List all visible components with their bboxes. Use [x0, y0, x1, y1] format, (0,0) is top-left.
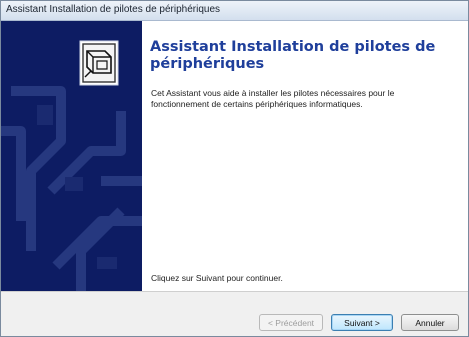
wizard-banner — [1, 21, 142, 291]
banner-graphic — [1, 40, 142, 291]
previous-button[interactable]: < Précédent — [259, 314, 323, 331]
continue-instruction: Cliquez sur Suivant pour continuer. — [151, 273, 283, 283]
driver-install-wizard-window: Assistant Installation de pilotes de pér… — [0, 0, 469, 337]
window-title: Assistant Installation de pilotes de pér… — [6, 4, 221, 15]
title-bar[interactable]: Assistant Installation de pilotes de pér… — [1, 1, 468, 21]
wizard-content: Assistant Installation de pilotes de pér… — [142, 21, 468, 291]
cancel-button[interactable]: Annuler — [401, 314, 459, 331]
page-title: Assistant Installation de pilotes de pér… — [150, 39, 436, 72]
device-driver-icon — [79, 40, 119, 86]
description-text: Cet Assistant vous aide à installer les … — [151, 88, 395, 109]
button-bar: < Précédent Suivant > Annuler — [1, 291, 468, 336]
next-button[interactable]: Suivant > — [331, 314, 393, 331]
